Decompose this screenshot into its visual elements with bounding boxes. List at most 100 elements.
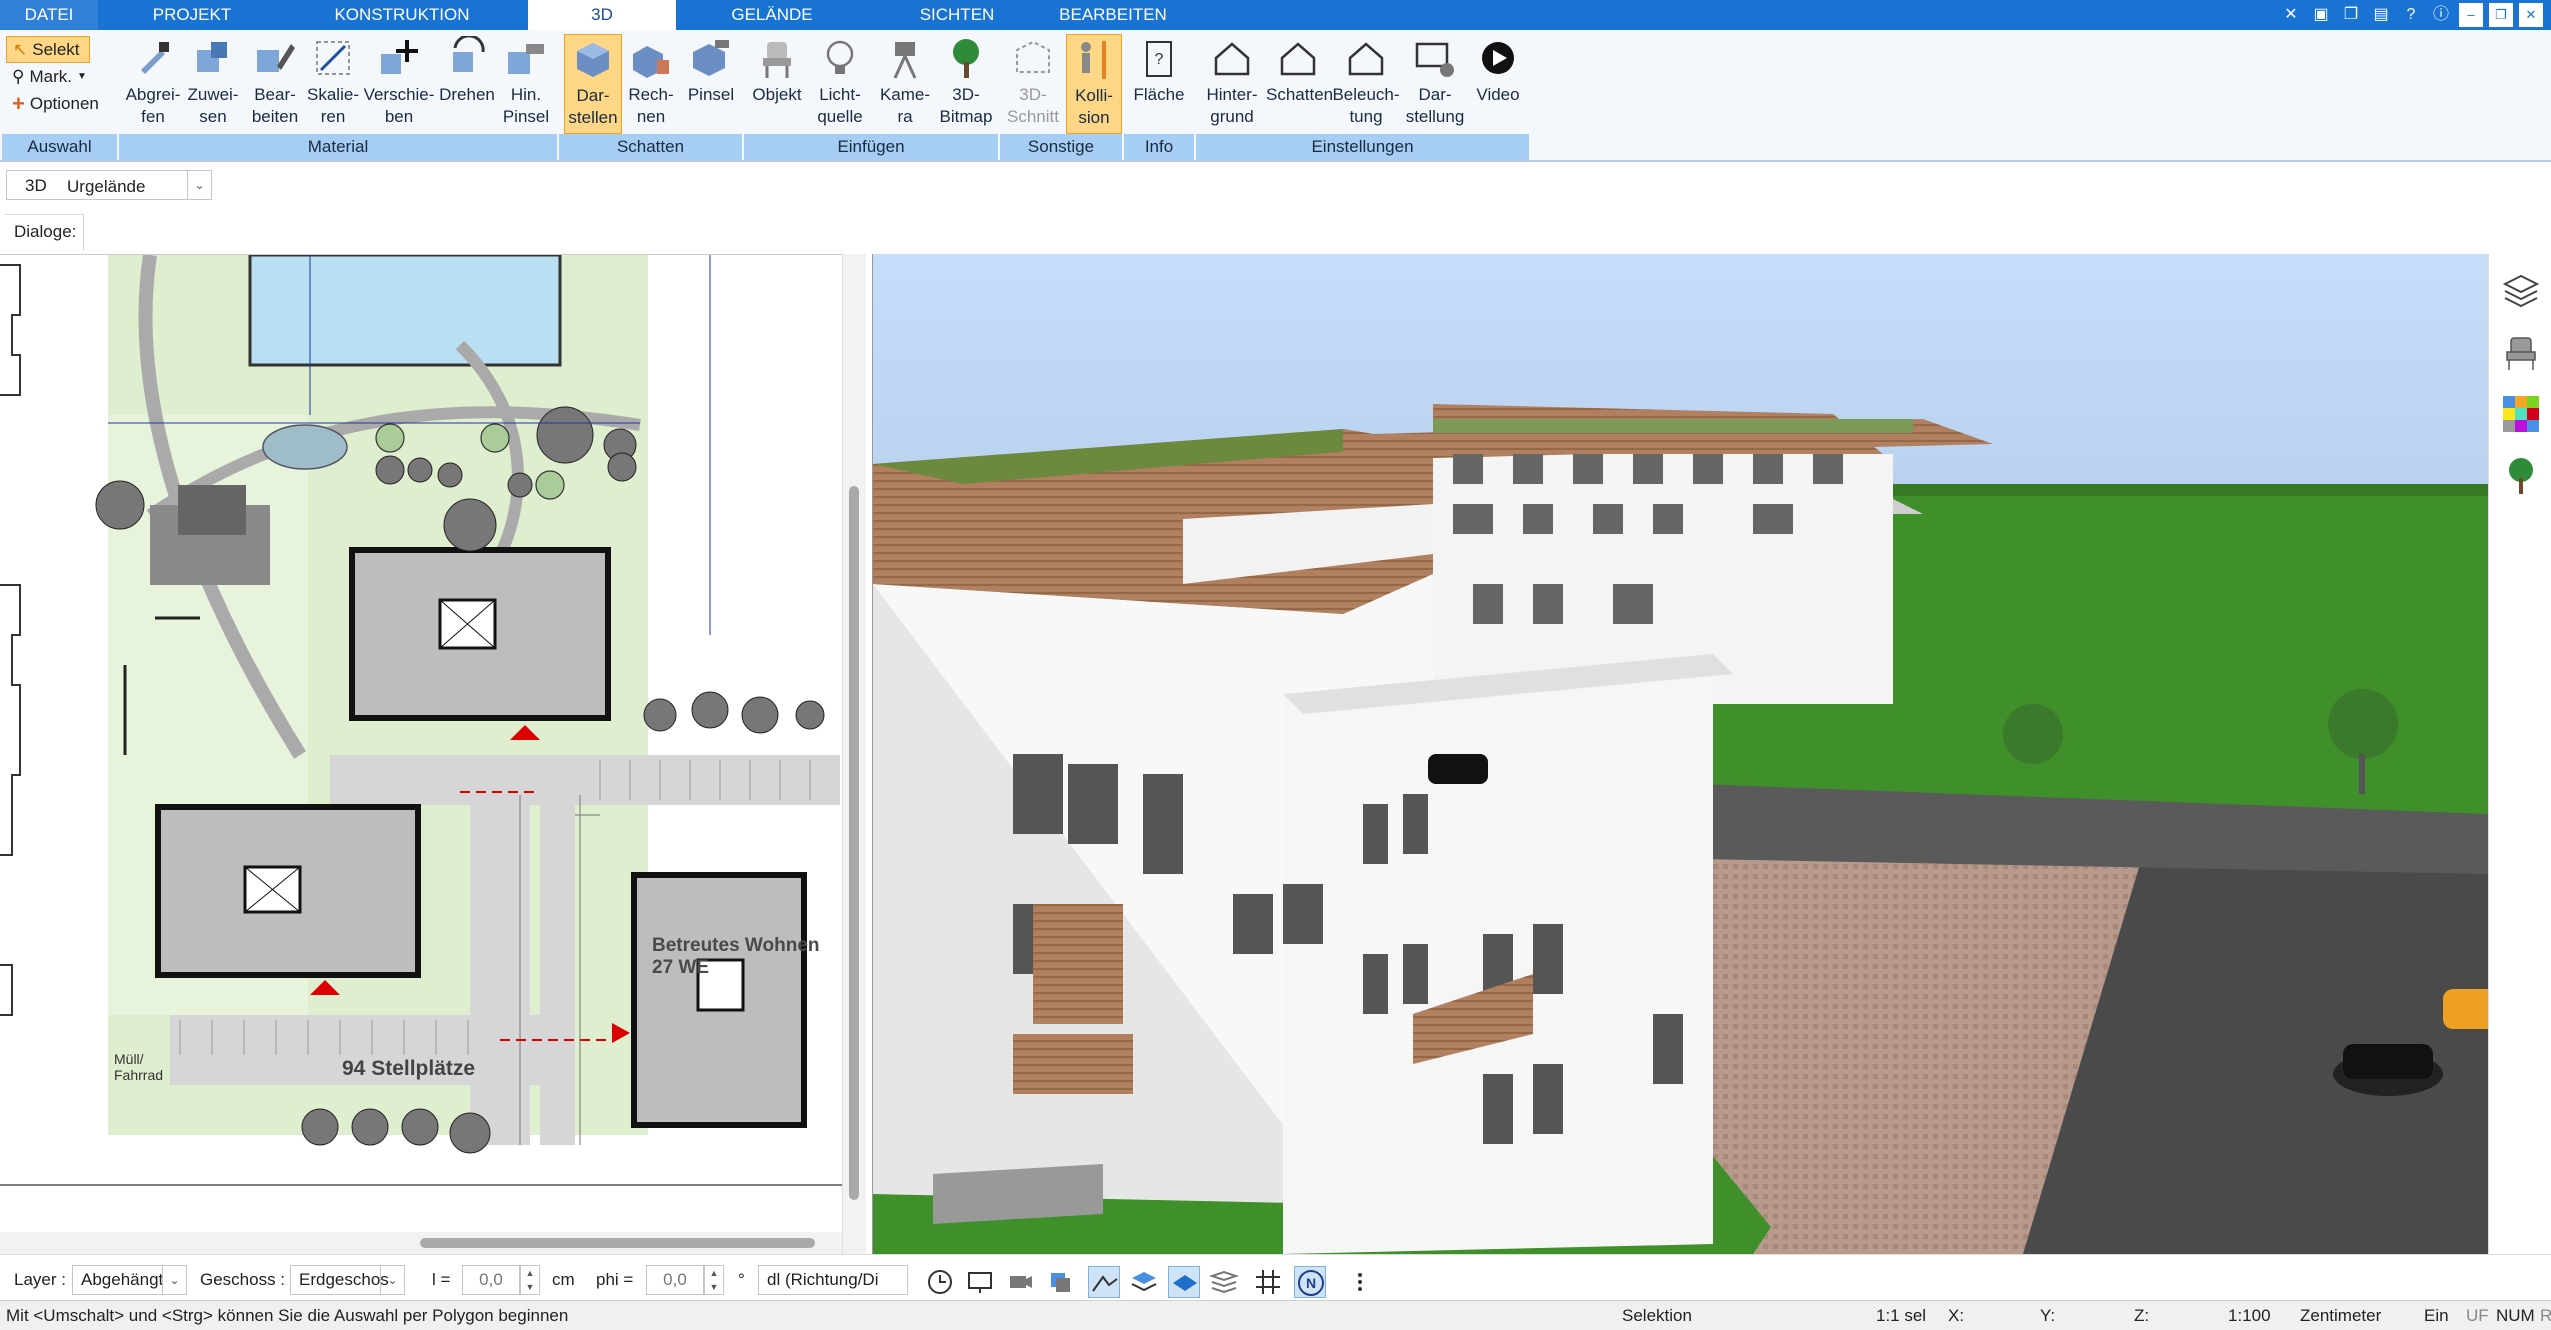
cursor-icon: ↖ [13,40,28,59]
tab-gelaende[interactable]: GELÄNDE [706,0,838,30]
more-options-icon[interactable] [1344,1266,1376,1298]
copy-icon[interactable]: ❐ [2339,3,2363,27]
einfuegen-button-3[interactable]: 3D- Bitmap [936,34,996,134]
layers-view-icon[interactable] [1128,1266,1160,1298]
button-label-line1: Dar- [576,86,610,105]
layer-select[interactable]: Abgehängt ⌄ [72,1265,187,1295]
schatten-button-0[interactable]: Dar-stellen [564,34,622,134]
options-button[interactable]: + Optionen [6,90,112,117]
phi-stepper[interactable]: ▲ ▼ [704,1265,724,1295]
material-button-1[interactable]: Zuwei-sen [184,34,242,134]
geschoss-select[interactable]: Erdgeschos ⌄ [290,1265,405,1295]
material-button-5[interactable]: Drehen [436,34,498,134]
tab-sichten[interactable]: SICHTEN [890,0,1024,30]
einstellungen-button-0[interactable]: Hinter-grund [1200,34,1264,134]
button-label-line2: quelle [817,107,863,126]
3d-view[interactable] [872,254,2488,1254]
tab-datei[interactable]: DATEI [0,0,98,30]
north-icon[interactable]: N [1294,1266,1326,1298]
rotate-icon [453,36,485,72]
direction-select[interactable]: dl (Richtung/Di [758,1265,908,1295]
einstellungen-button-1[interactable]: Schatten [1266,34,1334,134]
tab-3d[interactable]: 3D [528,0,676,30]
sonstige-button-1[interactable]: Kolli-sion [1066,34,1122,134]
button-label-line2: grund [1210,107,1254,126]
sonstige-button-0[interactable]: 3D- Schnitt [1004,34,1062,134]
einfuegen-button-2[interactable]: Kame-ra [876,34,934,134]
plan-vertical-scrollbar[interactable] [842,254,866,1254]
right-sidebar [2488,254,2551,1254]
help-icon[interactable]: ? [2399,3,2423,27]
view-bar: 3D Urgelände ⌄ [0,164,2551,206]
length-input[interactable]: 0,0 [462,1265,520,1295]
terrain-icon[interactable] [1088,1266,1120,1298]
tab-projekt[interactable]: PROJEKT [128,0,256,30]
material-button-0[interactable]: Abgrei-fen [122,34,184,134]
grid-icon[interactable] [1252,1266,1284,1298]
plus-icon: + [12,91,25,116]
chevron-down-icon: ⌄ [380,1266,404,1294]
plan-horizontal-scrollbar[interactable] [0,1232,842,1254]
view-selector[interactable]: 3D Urgelände ⌄ [6,170,212,200]
layout-icon[interactable]: ▤ [2369,3,2393,27]
degree-unit: ° [738,1270,745,1289]
plan-label-muell: Müll/ [114,1051,144,1067]
close-button[interactable]: ✕ [2519,3,2543,27]
tree-icon[interactable] [2501,456,2541,496]
einstellungen-button-4[interactable]: Video [1470,34,1526,134]
materials-icon[interactable] [2501,394,2541,434]
einstellungen-button-2[interactable]: Beleuch-tung [1332,34,1400,134]
tools-icon[interactable]: ✕ [2279,3,2303,27]
schatten-button-2[interactable]: Pinsel [682,34,740,134]
layer-value: Abgehängt [81,1270,164,1289]
einstellungen-button-3[interactable]: Dar-stellung [1402,34,1468,134]
material-button-3[interactable]: Skalie-ren [304,34,362,134]
minimize-button[interactable]: – [2459,3,2483,27]
info-button-0[interactable]: ? Fläche [1128,34,1190,134]
tab-konstruktion[interactable]: KONSTRUKTION [312,0,492,30]
chevron-down-icon[interactable]: ⌄ [187,171,211,199]
mark-button[interactable]: ⚲ Mark. ▼ [6,63,112,90]
scrollbar-thumb[interactable] [420,1238,815,1248]
button-label-line1: Licht- [819,85,861,104]
material-button-2[interactable]: Bear-beiten [244,34,306,134]
3d-scene [873,254,2488,1254]
group-label-sonstige: Sonstige [1000,134,1122,160]
tab-bearbeiten[interactable]: BEARBEITEN [1050,0,1176,30]
einfuegen-button-0[interactable]: Objekt [748,34,806,134]
restore-button[interactable]: ❐ [2489,3,2513,27]
scrollbar-thumb[interactable] [849,486,859,1200]
monitor-icon[interactable] [964,1266,996,1298]
bottom-toolbar: Layer : Abgehängt ⌄ Geschoss : Erdgescho… [0,1254,2551,1300]
button-label-line1: Rech- [628,85,674,104]
stack-icon[interactable] [1208,1266,1240,1298]
save-icon[interactable]: ▣ [2309,3,2333,27]
group-label-info: Info [1124,134,1194,160]
button-label-line1: Zuwei- [187,85,239,104]
floor-plan-drawing [0,255,842,1186]
camera-icon[interactable] [1004,1266,1036,1298]
schatten-button-1[interactable]: Rech-nen [622,34,680,134]
phi-input[interactable]: 0,0 [646,1265,704,1295]
group-label-auswahl: Auswahl [2,134,117,160]
plane-icon[interactable] [1168,1266,1200,1298]
select-button[interactable]: ↖ Selekt [6,36,90,63]
button-label-line1: Schatten [1266,85,1334,104]
plan-label-we: 27 WE [652,957,710,978]
status-uf: UF [2466,1306,2489,1325]
window-controls: ✕ ▣ ❐ ▤ ? ⓘ – ❐ ✕ [2279,2,2543,28]
material-button-4[interactable]: Verschie-ben [362,34,436,134]
einfuegen-button-1[interactable]: Licht-quelle [806,34,874,134]
ribbon: ↖ Selekt ⚲ Mark. ▼ + Optionen Auswahl Ab… [0,30,2551,162]
material-button-6[interactable]: Hin. Pinsel [496,34,556,134]
floor-plan-view[interactable]: Betreutes Wohnen 27 WE Müll/ Fahrrad 94 … [0,254,866,1254]
clock-icon[interactable] [924,1266,956,1298]
info-icon[interactable]: ⓘ [2429,3,2453,27]
status-z: Z: [2134,1306,2150,1325]
length-stepper[interactable]: ▲ ▼ [520,1265,540,1295]
furniture-icon[interactable] [2501,332,2541,372]
copy-view-icon[interactable] [1044,1266,1076,1298]
group-label-material: Material [119,134,557,160]
button-label-line1: Dar- [1418,85,1452,104]
layers-icon[interactable] [2501,270,2541,310]
